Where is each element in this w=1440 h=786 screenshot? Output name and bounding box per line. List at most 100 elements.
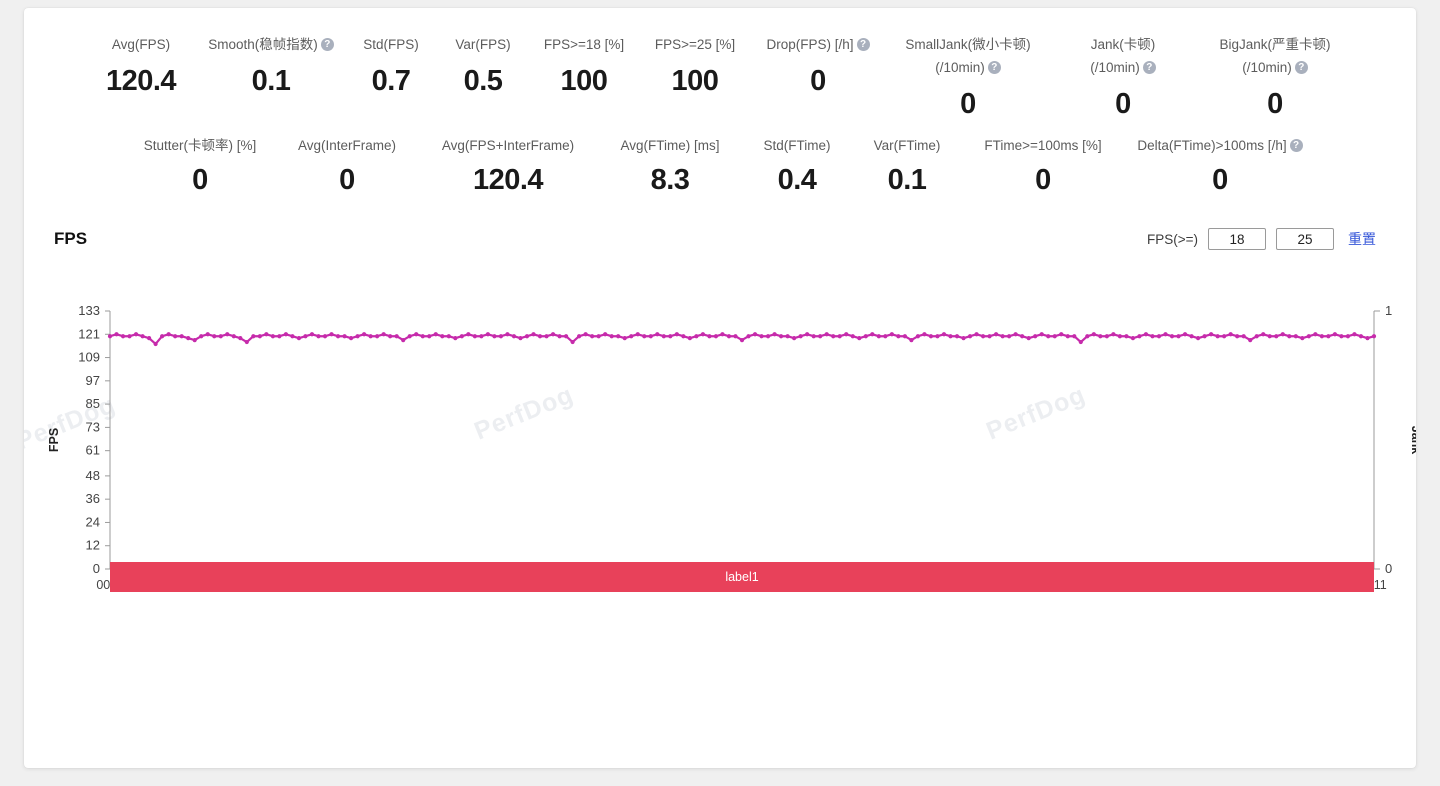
metric-value: 0 [1212,164,1228,196]
metric-label: BigJank(严重卡顿) (/10min)? [1195,36,1355,76]
metric-card: Stutter(卡顿率) [%] 0 [124,137,276,197]
perfdog-report-page: Avg(FPS) 120.4 Smooth(稳帧指数)? 0.1 Std(FPS) 0.7… [0,0,1440,786]
metric-card: Var(FPS) 0.5 [437,36,529,98]
help-icon[interactable]: ? [320,38,334,51]
metric-label-text: SmallJank(微小卡顿) [905,37,1031,52]
metric-label: Std(FPS) [363,36,419,53]
metric-value: 0 [1035,164,1051,196]
metric-card: Drop(FPS) [/h]? 0 [751,36,885,98]
metric-value: 100 [560,65,608,97]
metric-label-text: Avg(FTime) [ms] [620,138,720,153]
metrics-row-primary: Avg(FPS) 120.4 Smooth(稳帧指数)? 0.1 Std(FPS) 0.7… [24,8,1416,121]
metrics-panel: Avg(FPS) 120.4 Smooth(稳帧指数)? 0.1 Std(FPS) 0.7… [24,8,1416,197]
metric-label-sub: (/10min) [1090,60,1140,75]
metric-label: Jank(卡顿) (/10min)? [1055,36,1191,76]
fps-filter-label: FPS(>=) [1146,231,1198,247]
y-axis-tick-label: 48 [86,468,100,483]
fps-chart: PerfDog PerfDog PerfDog PerfDog PerfDog … [24,259,1416,729]
metric-card: BigJank(严重卡顿) (/10min)? 0 [1195,36,1355,121]
metric-label-text: Jank(卡顿) [1090,37,1156,52]
help-icon[interactable]: ? [1289,139,1303,152]
chart-label-banner: label1 [110,562,1374,592]
metric-label: Drop(FPS) [/h]? [766,36,870,53]
y-axis-tick-label: 85 [86,396,100,411]
metric-card: Std(FTime) 0.4 [742,137,852,197]
metric-card: Avg(FPS+InterFrame) 120.4 [418,137,598,197]
y-axis-tick-label: 121 [78,326,100,341]
metric-label-text: Delta(FTime)>100ms [/h] [1137,138,1287,153]
metric-label-text: Avg(InterFrame) [297,138,397,153]
metric-label: Avg(FPS+InterFrame) [442,137,574,154]
fps-max-input[interactable] [1276,228,1334,250]
metric-label-text: Avg(FPS) [111,37,171,52]
metric-value: 0 [339,164,355,196]
metric-label-sub: (/10min) [1242,60,1292,75]
help-icon[interactable]: ? [1142,61,1156,74]
metric-label: Std(FTime) [764,137,831,154]
metric-value: 0 [810,65,826,97]
metric-label-text: Drop(FPS) [/h] [766,37,854,52]
metric-card: Avg(FTime) [ms] 8.3 [598,137,742,197]
reset-button[interactable]: 重置 [1348,229,1376,249]
metric-value: 0.7 [371,65,411,97]
metric-value: 0.5 [463,65,503,97]
metric-card: FPS>=25 [%] 100 [639,36,751,98]
metrics-row-secondary: Stutter(卡顿率) [%] 0 Avg(InterFrame) 0 Avg(FPS… [24,121,1416,197]
y2-axis-tick-label: 0 [1385,561,1392,576]
metric-card: Avg(InterFrame) 0 [276,137,418,197]
metric-card: SmallJank(微小卡顿) (/10min)? 0 [885,36,1051,121]
help-icon[interactable]: ? [856,38,870,51]
metric-value: 100 [671,65,719,97]
metric-label: Avg(FPS) [112,36,170,53]
y-axis-tick-label: 36 [86,491,100,506]
metric-value: 0.4 [777,164,817,196]
metric-label: Avg(FTime) [ms] [620,137,719,154]
metric-card: Jank(卡顿) (/10min)? 0 [1051,36,1195,121]
metric-label: Stutter(卡顿率) [%] [144,137,257,154]
fps-threshold-controls: FPS(>=) 重置 [1147,228,1376,250]
report-card: Avg(FPS) 120.4 Smooth(稳帧指数)? 0.1 Std(FPS) 0.7… [24,8,1416,768]
metric-label: FPS>=18 [%] [544,36,624,53]
y-axis-title: FPS [47,428,61,452]
metric-label-text: Avg(FPS+InterFrame) [441,138,575,153]
metric-value: 120.4 [105,65,177,97]
metric-label-sub: (/10min) [935,60,985,75]
chart-canvas: 01224364861738597109121133FPS01Jank00:00… [47,303,1416,592]
page-title: FPS [54,229,88,248]
metric-value: 0.1 [887,164,927,196]
metric-label: SmallJank(微小卡顿) (/10min)? [885,36,1051,76]
y-axis-tick-label: 61 [86,443,100,458]
y-axis-tick-label: 73 [86,419,100,434]
metric-label-text: Stutter(卡顿率) [%] [143,138,257,153]
metric-label-text: Std(FPS) [363,37,419,52]
metric-card: Delta(FTime)>100ms [/h]? 0 [1124,137,1316,197]
metric-label-text: Smooth(稳帧指数) [208,37,318,52]
metric-card: FTime>=100ms [%] 0 [962,137,1124,197]
metric-card: Std(FPS) 0.7 [345,36,437,98]
metric-card: FPS>=18 [%] 100 [529,36,639,98]
metric-card: Var(FTime) 0.1 [852,137,962,197]
help-icon[interactable]: ? [1294,61,1308,74]
metric-label-text: FTime>=100ms [%] [984,138,1102,153]
y2-axis-tick-label: 1 [1385,303,1392,318]
metric-label-text: Var(FPS) [455,37,511,52]
y-axis-tick-label: 0 [93,561,100,576]
fps-min-input[interactable] [1208,228,1266,250]
y-axis-tick-label: 109 [78,350,100,365]
y2-axis-title: Jank [1409,426,1416,455]
metric-label: Smooth(稳帧指数)? [208,36,334,53]
metric-label: Var(FTime) [874,137,941,154]
metric-label-text: Var(FTime) [873,138,941,153]
y-axis-tick-label: 97 [86,373,100,388]
metric-label: FPS>=25 [%] [655,36,735,53]
fps-section-header: FPS FPS(>=) 重置 [24,219,1416,259]
metric-card: Smooth(稳帧指数)? 0.1 [197,36,345,98]
y-axis-tick-label: 12 [86,538,100,553]
y-axis-tick-label: 133 [78,303,100,318]
help-icon[interactable]: ? [987,61,1001,74]
metric-label-text: BigJank(严重卡顿) [1219,37,1331,52]
metric-label-text: FPS>=18 [%] [543,37,625,52]
metric-value: 0 [1267,88,1283,120]
metric-value: 0 [960,88,976,120]
metric-label-text: FPS>=25 [%] [654,37,736,52]
